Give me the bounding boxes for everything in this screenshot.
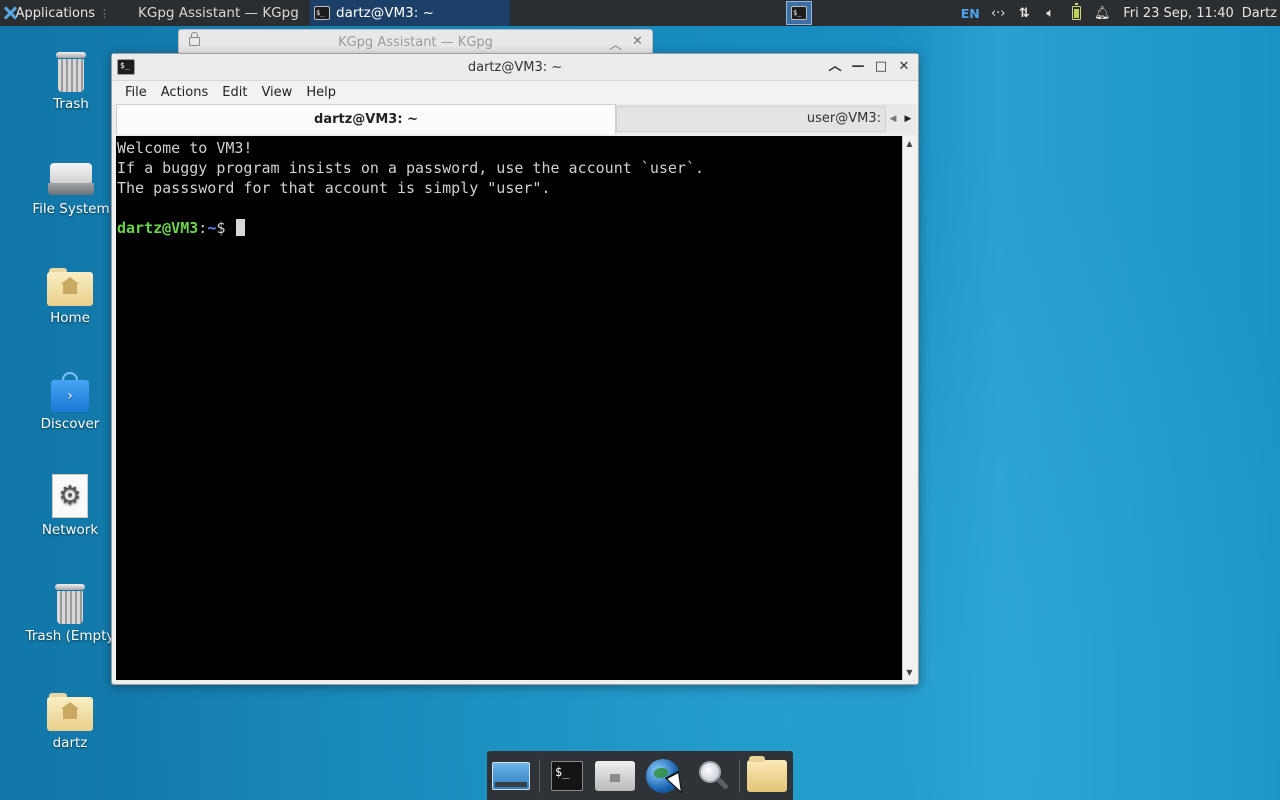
discover-bag-icon: › (51, 372, 89, 412)
desktop-icon-label: Home (50, 310, 90, 326)
desktop-icon-dartz[interactable]: dartz (20, 693, 120, 751)
tab-scroll-right-icon[interactable]: ▶ (901, 106, 915, 132)
menu-actions[interactable]: Actions (154, 85, 216, 100)
desktop-icon-label: dartz (52, 735, 88, 751)
open-folder-icon (747, 756, 787, 792)
terminal-line: Welcome to VM3! (117, 139, 253, 157)
terminal-line: The passsword for that account is simply… (117, 179, 551, 197)
battery-icon[interactable] (1063, 0, 1089, 26)
clock[interactable]: Fri 23 Sep, 11:40 (1115, 0, 1242, 26)
menu-help[interactable]: Help (299, 85, 343, 100)
desktop-icon-trash[interactable]: Trash (21, 52, 121, 112)
taskbar-item-kgpg[interactable]: KGpg Assistant — KGpg (110, 0, 310, 26)
desktop-icon-home[interactable]: Home (20, 268, 120, 326)
show-desktop-icon (492, 762, 530, 790)
terminal-prompt-line: dartz@VM3:~$ (117, 218, 902, 238)
minimize-icon[interactable]: — (849, 58, 867, 76)
network-updown-icon[interactable]: ⇅ (1011, 0, 1037, 26)
kgpg-window-titlebar[interactable]: KGpg Assistant — KGpg ︿ ✕ (178, 29, 653, 55)
window-title: KGpg Assistant — KGpg (338, 35, 493, 50)
dock-separator (739, 759, 740, 793)
dock-separator (539, 759, 540, 793)
xfce-logo-icon (3, 6, 12, 20)
desktop-icon-trash-empty[interactable]: Trash (Empty (20, 584, 120, 644)
volume-icon[interactable]: 🔈︎ (1037, 0, 1063, 26)
dock-terminal[interactable]: $_ (547, 757, 587, 795)
terminal-icon: $_ (314, 6, 330, 20)
applications-label: Applications (15, 5, 95, 21)
workspace-switcher-button[interactable]: $_ (786, 1, 812, 25)
desktop-icon-label: Trash (Empty (25, 628, 115, 644)
terminal-icon: $_ (551, 761, 583, 791)
tab-bar: dartz@VM3: ~ user@VM3: ◀ ▶ (116, 104, 916, 134)
scroll-up-icon[interactable]: ▲ (903, 137, 916, 150)
terminal-line: If a buggy program insists on a password… (117, 159, 704, 177)
terminal-output[interactable]: Welcome to VM3! If a buggy program insis… (116, 136, 902, 680)
trash-icon (56, 52, 86, 92)
trash-icon (55, 584, 85, 624)
tab-scroll-left-icon[interactable]: ◀ (886, 106, 900, 132)
menu-bar: File Actions Edit View Help (112, 81, 918, 104)
system-tray: EN ‹·› ⇅ 🔈︎ 🔔︎ Fri 23 Sep, 11:40 Dartz (957, 0, 1280, 26)
window-title: dartz@VM3: ~ (467, 60, 563, 75)
tab-user[interactable]: user@VM3: (616, 106, 886, 132)
app-finder-icon (696, 759, 730, 793)
taskbar-item-terminal[interactable]: $_ dartz@VM3: ~ (310, 0, 510, 26)
desktop-icon-label: Network (41, 522, 99, 538)
notification-bell-icon[interactable]: 🔔︎ (1089, 0, 1115, 26)
close-icon[interactable]: ✕ (632, 34, 643, 49)
desktop-icon-label: Trash (53, 96, 89, 112)
text-cursor (236, 219, 246, 236)
shade-icon[interactable]: ︿ (826, 58, 844, 76)
dock-open-folder[interactable] (747, 756, 787, 795)
network-arrows-icon[interactable]: ‹·› (985, 0, 1011, 26)
menu-edit[interactable]: Edit (215, 85, 254, 100)
scroll-down-icon[interactable]: ▼ (903, 666, 916, 679)
desktop-icon-label: File System (32, 201, 110, 217)
applications-menu-button[interactable]: Applications ⋮ (0, 0, 110, 26)
drive-icon (48, 163, 94, 197)
terminal-scrollbar[interactable]: ▲ ▼ (902, 136, 916, 680)
menu-file[interactable]: File (118, 85, 154, 100)
taskbar-item-label: KGpg Assistant — KGpg (138, 5, 299, 21)
prompt-user-host: dartz@VM3 (117, 219, 199, 237)
terminal-window: $_ dartz@VM3: ~ ︿ — □ ✕ File Actions Edi… (111, 53, 919, 685)
menu-view[interactable]: View (254, 85, 299, 100)
prompt-separator: : (198, 219, 208, 237)
terminal-icon: $_ (791, 6, 807, 20)
dock-panel: $_ (487, 751, 793, 800)
user-menu[interactable]: Dartz (1242, 0, 1280, 26)
menu-separator-icon: ⋮ (99, 6, 110, 20)
taskbar-item-label: dartz@VM3: ~ (336, 5, 434, 21)
home-folder-icon (47, 693, 93, 731)
dock-app-finder[interactable] (693, 757, 733, 795)
keyboard-layout-indicator[interactable]: EN (957, 0, 983, 26)
top-panel: Applications ⋮ KGpg Assistant — KGpg $_ … (0, 0, 1280, 26)
dock-show-desktop[interactable] (491, 757, 531, 795)
prompt-symbol: $ (216, 219, 235, 237)
maximize-icon[interactable]: □ (872, 58, 890, 76)
home-folder-icon (47, 268, 93, 306)
desktop-icon-file-system[interactable]: File System (21, 161, 121, 217)
dock-file-manager[interactable] (595, 757, 635, 795)
prompt-path: ~ (207, 219, 217, 237)
window-titlebar[interactable]: $_ dartz@VM3: ~ ︿ — □ ✕ (112, 54, 918, 81)
desktop-icon-network[interactable]: ⚙ Network (20, 474, 120, 538)
network-gear-icon: ⚙ (52, 474, 88, 518)
file-manager-icon (595, 761, 635, 791)
desktop-icon-discover[interactable]: › Discover (20, 372, 120, 432)
tab-dartz[interactable]: dartz@VM3: ~ (116, 104, 616, 134)
close-icon[interactable]: ✕ (895, 58, 913, 76)
desktop-icon-label: Discover (40, 416, 100, 432)
maximize-icon[interactable]: ︿ (609, 34, 622, 53)
